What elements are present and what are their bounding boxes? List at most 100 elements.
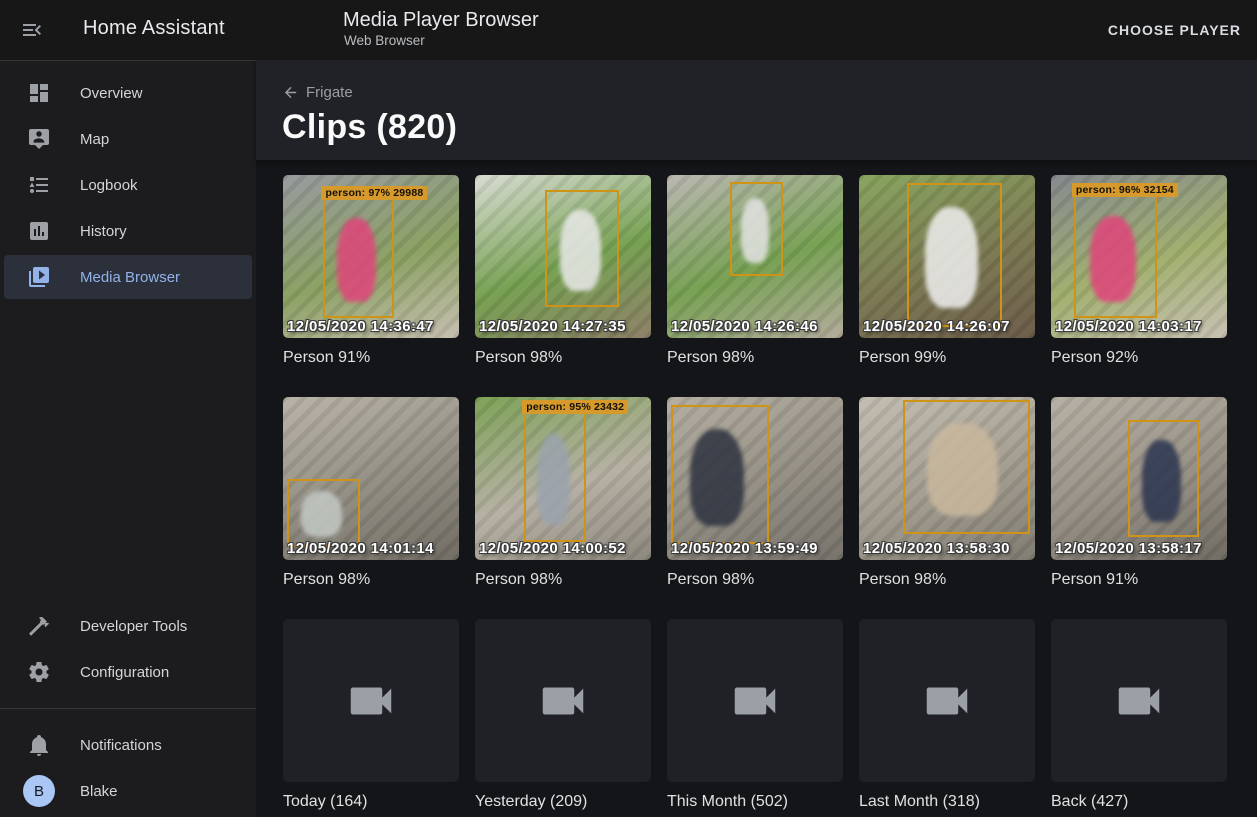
sidebar-item-developer-tools[interactable]: Developer Tools	[4, 604, 252, 648]
menu-open-icon[interactable]	[20, 18, 44, 42]
clip-thumbnail: 12/05/2020 13:58:17	[1051, 397, 1227, 560]
detection-bounding-box: person: 96% 32154	[1074, 195, 1157, 319]
sidebar-item-label: History	[80, 223, 127, 240]
detection-bounding-box	[730, 182, 783, 277]
sidebar-divider	[0, 708, 256, 709]
sidebar-item-history[interactable]: History	[4, 209, 252, 253]
breadcrumb-back[interactable]: Frigate	[282, 84, 353, 101]
sidebar-item-media-browser[interactable]: Media Browser	[4, 255, 252, 299]
detection-tag: person: 96% 32154	[1072, 183, 1178, 197]
detection-bounding-box	[545, 190, 619, 307]
clip-card[interactable]: 12/05/2020 14:01:14 Person 98%	[283, 397, 459, 589]
sidebar-item-label: Configuration	[80, 664, 169, 681]
panel-subtitle: Web Browser	[344, 33, 425, 48]
clip-card[interactable]: 12/05/2020 14:26:46 Person 98%	[667, 175, 843, 367]
folder-thumbnail	[667, 619, 843, 782]
folder-thumbnail	[1051, 619, 1227, 782]
avatar: B	[23, 775, 55, 807]
clip-thumbnail: person: 96% 32154 12/05/2020 14:03:17	[1051, 175, 1227, 338]
arrow-left-icon	[282, 84, 299, 101]
folder-card-today-164-[interactable]: Today (164)	[283, 619, 459, 811]
folder-card-yesterday-209-[interactable]: Yesterday (209)	[475, 619, 651, 811]
sidebar-item-overview[interactable]: Overview	[4, 71, 252, 115]
clips-grid: person: 97% 29988 12/05/2020 14:36:47 Pe…	[256, 160, 1257, 817]
folder-card-last-month-318-[interactable]: Last Month (318)	[859, 619, 1035, 811]
clip-caption: Person 98%	[859, 571, 1035, 589]
video-camera-icon	[536, 674, 590, 728]
detection-bounding-box: person: 95% 23432	[524, 412, 586, 542]
clip-caption: Person 98%	[475, 571, 651, 589]
detected-person-shape	[301, 491, 342, 537]
media-browser-panel: Frigate Clips (820) person: 97% 29988 12…	[256, 60, 1257, 817]
clip-card[interactable]: 12/05/2020 13:58:17 Person 91%	[1051, 397, 1227, 589]
clip-timestamp: 12/05/2020 14:27:35	[479, 318, 626, 335]
folder-thumbnail	[859, 619, 1035, 782]
clip-caption: Person 91%	[1051, 571, 1227, 589]
sidebar-item-map[interactable]: Map	[4, 117, 252, 161]
clip-timestamp: 12/05/2020 13:58:30	[863, 540, 1010, 557]
clip-card[interactable]: 12/05/2020 13:59:49 Person 98%	[667, 397, 843, 589]
folder-caption: Back (427)	[1051, 793, 1227, 811]
user-name: Blake	[80, 783, 118, 800]
sidebar-item-label: Logbook	[80, 177, 138, 194]
sidebar: Overview Map Logbook History Media Brows…	[0, 60, 256, 817]
cog-icon	[27, 660, 51, 684]
clip-caption: Person 92%	[1051, 349, 1227, 367]
sidebar-bottom-nav: Developer Tools Configuration Notificati…	[0, 602, 256, 815]
clip-thumbnail: 12/05/2020 14:26:46	[667, 175, 843, 338]
folder-caption: Yesterday (209)	[475, 793, 651, 811]
clip-timestamp: 12/05/2020 13:58:17	[1055, 540, 1202, 557]
clip-caption: Person 98%	[667, 571, 843, 589]
app-title: Home Assistant	[83, 17, 225, 40]
sidebar-item-notifications[interactable]: Notifications	[4, 723, 252, 767]
clip-thumbnail: 12/05/2020 14:27:35	[475, 175, 651, 338]
detection-tag: person: 95% 23432	[522, 400, 628, 414]
bell-icon	[27, 733, 51, 757]
breadcrumb-label: Frigate	[306, 84, 353, 101]
folder-thumbnail	[475, 619, 651, 782]
folder-caption: Last Month (318)	[859, 793, 1035, 811]
clip-card[interactable]: 12/05/2020 14:26:07 Person 99%	[859, 175, 1035, 367]
clip-card[interactable]: 12/05/2020 13:58:30 Person 98%	[859, 397, 1035, 589]
sidebar-item-label: Overview	[80, 85, 143, 102]
hammer-icon	[27, 614, 51, 638]
choose-player-button[interactable]: CHOOSE PLAYER	[1108, 0, 1241, 60]
folder-card-back-427-[interactable]: Back (427)	[1051, 619, 1227, 811]
sidebar-item-label: Map	[80, 131, 109, 148]
clip-caption: Person 98%	[283, 571, 459, 589]
clip-timestamp: 12/05/2020 14:26:46	[671, 318, 818, 335]
sidebar-item-configuration[interactable]: Configuration	[4, 650, 252, 694]
home-assistant-app: Home Assistant Media Player Browser Web …	[0, 0, 1257, 817]
clip-thumbnail: 12/05/2020 13:58:30	[859, 397, 1035, 560]
clip-timestamp: 12/05/2020 14:26:07	[863, 318, 1010, 335]
clip-card[interactable]: person: 95% 23432 12/05/2020 14:00:52 Pe…	[475, 397, 651, 589]
detection-bounding-box	[907, 183, 1002, 326]
clip-timestamp: 12/05/2020 14:36:47	[287, 318, 434, 335]
sidebar-item-user[interactable]: B Blake	[4, 769, 252, 813]
detected-person-shape	[337, 218, 376, 302]
clip-card[interactable]: person: 96% 32154 12/05/2020 14:03:17 Pe…	[1051, 175, 1227, 367]
sidebar-main-nav: Overview Map Logbook History Media Brows…	[0, 69, 256, 301]
folder-caption: This Month (502)	[667, 793, 843, 811]
clip-timestamp: 12/05/2020 14:03:17	[1055, 318, 1202, 335]
sidebar-footer-items: Developer Tools Configuration	[0, 604, 256, 694]
clip-thumbnail: 12/05/2020 14:01:14	[283, 397, 459, 560]
clip-card[interactable]: 12/05/2020 14:27:35 Person 98%	[475, 175, 651, 367]
clip-timestamp: 12/05/2020 13:59:49	[671, 540, 818, 557]
tooltip-account-icon	[27, 127, 51, 151]
sidebar-item-logbook[interactable]: Logbook	[4, 163, 252, 207]
detected-person-shape	[927, 423, 998, 516]
play-box-multiple-icon	[27, 265, 51, 289]
video-camera-icon	[728, 674, 782, 728]
clip-caption: Person 98%	[475, 349, 651, 367]
detected-person-shape	[741, 198, 769, 263]
detection-bounding-box	[903, 400, 1030, 534]
clip-card[interactable]: person: 97% 29988 12/05/2020 14:36:47 Pe…	[283, 175, 459, 367]
format-list-bulleted-type-icon	[27, 173, 51, 197]
video-camera-icon	[344, 674, 398, 728]
clip-timestamp: 12/05/2020 14:01:14	[287, 540, 434, 557]
clip-caption: Person 91%	[283, 349, 459, 367]
panel-title: Media Player Browser	[343, 9, 539, 32]
clip-timestamp: 12/05/2020 14:00:52	[479, 540, 626, 557]
folder-card-this-month-502-[interactable]: This Month (502)	[667, 619, 843, 811]
